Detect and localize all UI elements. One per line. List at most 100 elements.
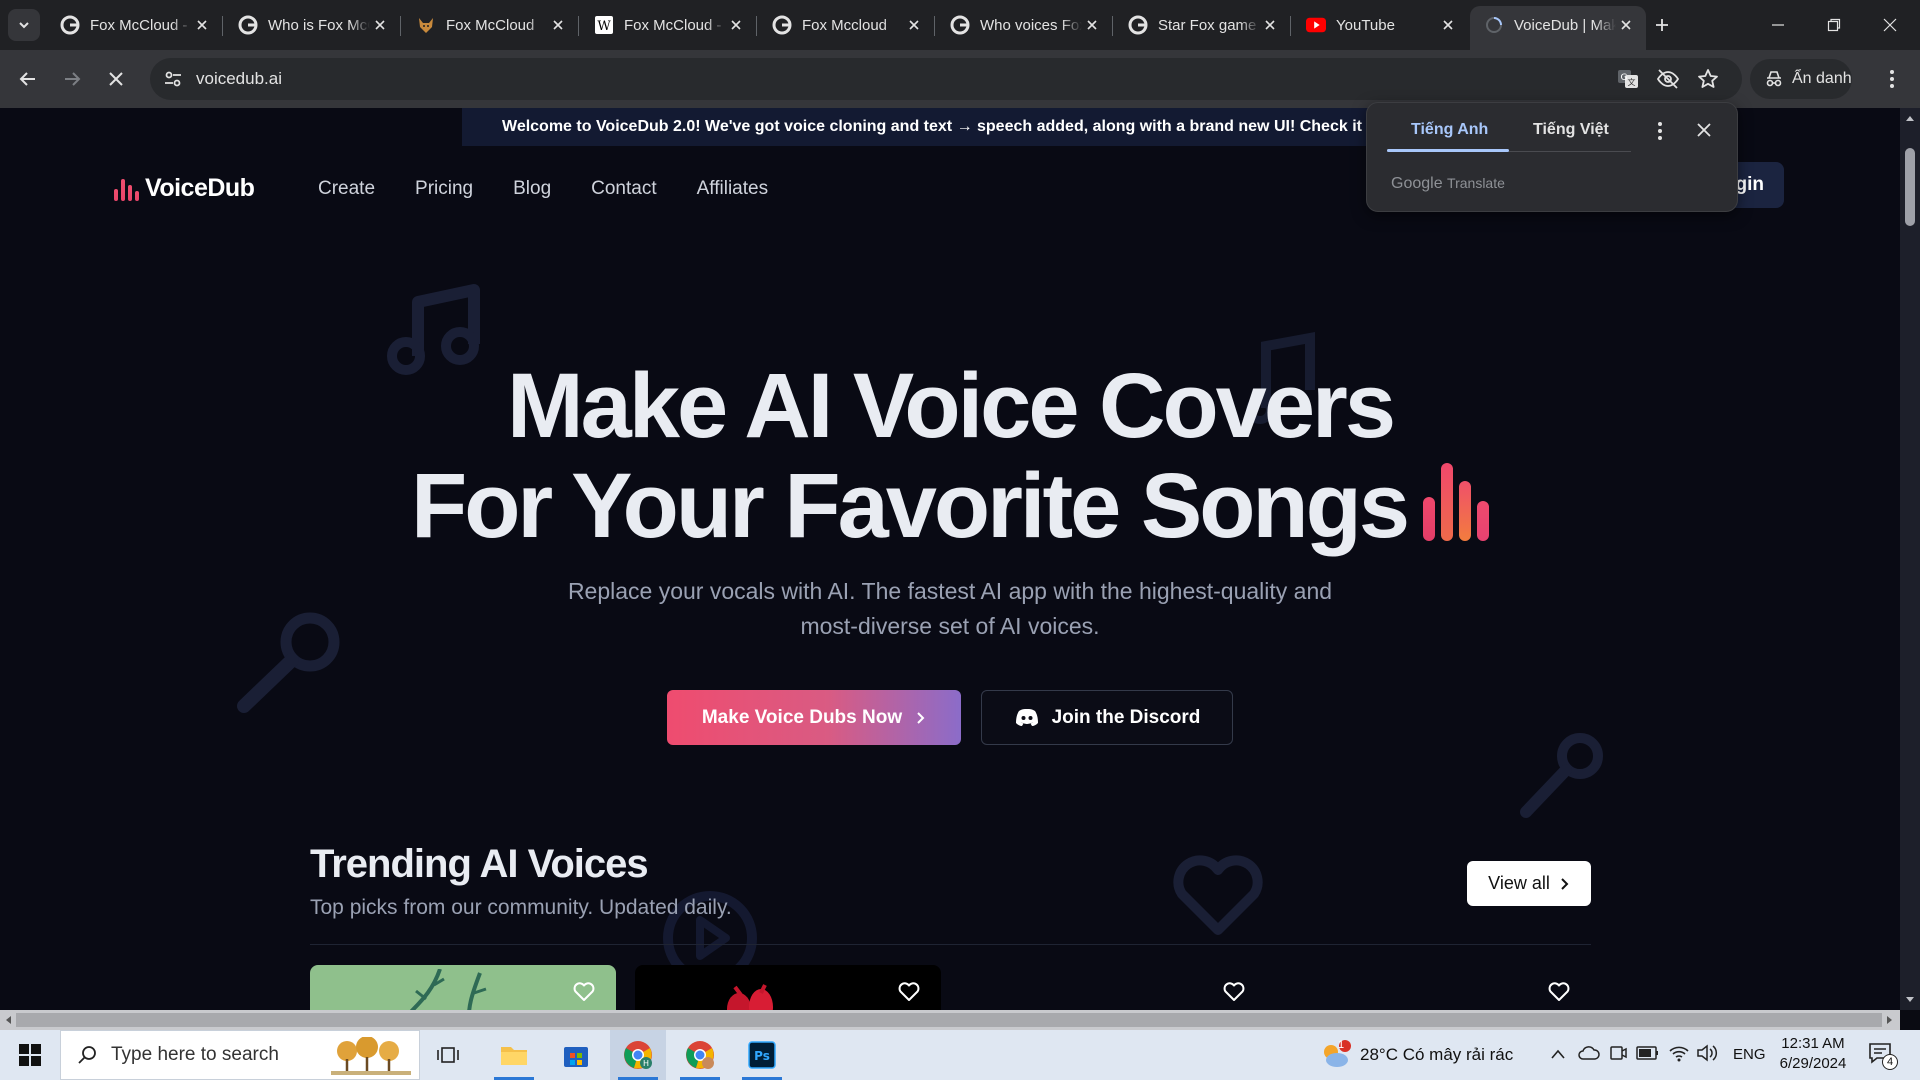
close-icon[interactable] xyxy=(904,15,924,35)
taskbar-search-box[interactable]: Type here to search xyxy=(60,1030,420,1080)
translate-target-tab[interactable]: Tiếng Việt xyxy=(1533,121,1609,139)
tab-9-active[interactable]: VoiceDub | Make AI xyxy=(1470,6,1646,50)
tab-7[interactable]: Star Fox game xyxy=(1114,6,1291,44)
tab-3[interactable]: Fox McCloud xyxy=(402,6,579,44)
speaker-icon[interactable] xyxy=(1696,1043,1718,1063)
forward-button[interactable] xyxy=(54,61,90,97)
microphone-icon xyxy=(1520,733,1603,818)
card-thumbnail-plant xyxy=(409,969,487,1010)
heart-icon[interactable] xyxy=(1547,979,1571,1003)
heart-icon[interactable] xyxy=(572,979,596,1003)
announcement-text: Welcome to VoiceDub 2.0! We've got voice… xyxy=(502,118,1430,135)
tab-1[interactable]: Fox McCloud - Google Search xyxy=(46,6,223,44)
nav-blog[interactable]: Blog xyxy=(513,178,551,200)
announcement-banner[interactable]: Welcome to VoiceDub 2.0! We've got voice… xyxy=(462,108,1458,146)
tab-search-button[interactable] xyxy=(8,9,40,41)
restore-button[interactable] xyxy=(1806,0,1862,50)
scroll-up-icon[interactable] xyxy=(1905,114,1915,122)
task-view-button[interactable] xyxy=(420,1030,476,1080)
scroll-right-icon[interactable] xyxy=(1886,1015,1894,1025)
vertical-scrollbar[interactable] xyxy=(1900,108,1920,1010)
incognito-indicator[interactable]: Ẩn danh xyxy=(1750,59,1852,99)
voice-card-4[interactable] xyxy=(1285,965,1591,1010)
nav-contact[interactable]: Contact xyxy=(591,178,656,200)
voice-card-3[interactable] xyxy=(960,965,1266,1010)
taskbar-chrome-h[interactable]: H xyxy=(610,1030,666,1080)
close-icon[interactable] xyxy=(1697,123,1711,137)
heart-icon[interactable] xyxy=(897,979,921,1003)
nav-affiliates[interactable]: Affiliates xyxy=(697,178,768,200)
clock[interactable]: 12:31 AM 6/29/2024 xyxy=(1776,1034,1850,1074)
close-icon[interactable] xyxy=(1082,15,1102,35)
translate-icon[interactable]: G文 xyxy=(1616,67,1640,91)
close-icon[interactable] xyxy=(1438,15,1458,35)
address-bar[interactable]: voicedub.ai G文 xyxy=(150,58,1742,100)
tab-6[interactable]: Who voices Fox xyxy=(936,6,1113,44)
photoshop-icon: Ps xyxy=(748,1041,776,1069)
web-page: Welcome to VoiceDub 2.0! We've got voice… xyxy=(0,108,1900,1010)
close-icon[interactable] xyxy=(192,15,212,35)
tab-4[interactable]: W Fox McCloud - Wikipedia xyxy=(580,6,757,44)
wifi-icon[interactable] xyxy=(1668,1043,1690,1063)
url-text[interactable]: voicedub.ai xyxy=(196,69,282,89)
new-tab-button[interactable] xyxy=(1646,9,1678,41)
horizontal-scrollbar[interactable] xyxy=(0,1010,1900,1030)
close-icon[interactable] xyxy=(548,15,568,35)
svg-text:H: H xyxy=(643,1059,649,1068)
onedrive-cloud-icon[interactable] xyxy=(1578,1044,1600,1062)
close-icon[interactable] xyxy=(1260,15,1280,35)
vertical-scroll-thumb[interactable] xyxy=(1905,148,1915,226)
notification-count: 4 xyxy=(1882,1054,1898,1070)
close-icon[interactable] xyxy=(1616,15,1636,35)
make-voice-dubs-button[interactable]: Make Voice Dubs Now xyxy=(667,690,961,745)
start-button[interactable] xyxy=(0,1030,60,1080)
voice-card-1[interactable] xyxy=(310,965,616,1010)
site-settings-icon[interactable] xyxy=(162,68,184,90)
chrome-icon: H xyxy=(624,1041,652,1069)
nav-create[interactable]: Create xyxy=(318,178,375,200)
tab-8[interactable]: YouTube xyxy=(1292,6,1468,44)
card-thumbnail-figure xyxy=(727,984,773,1010)
close-icon[interactable] xyxy=(370,15,390,35)
taskbar-photoshop[interactable]: Ps xyxy=(734,1030,790,1080)
taskbar-chrome-profile[interactable] xyxy=(672,1030,728,1080)
weather-cloud-icon[interactable] xyxy=(1318,1038,1352,1072)
heart-icon[interactable] xyxy=(1222,979,1246,1003)
taskbar-microsoft-store[interactable] xyxy=(548,1030,604,1080)
svg-text:文: 文 xyxy=(1628,77,1636,87)
nav-pricing[interactable]: Pricing xyxy=(415,178,473,200)
tab-2[interactable]: Who is Fox McCloud xyxy=(224,6,401,44)
scroll-left-icon[interactable] xyxy=(4,1015,12,1025)
tab-5[interactable]: Fox Mccloud xyxy=(758,6,935,44)
more-vertical-icon[interactable] xyxy=(1657,121,1663,141)
browser-menu-button[interactable] xyxy=(1876,63,1908,95)
horizontal-scroll-thumb[interactable] xyxy=(16,1013,1882,1027)
close-icon[interactable] xyxy=(726,15,746,35)
close-window-button[interactable] xyxy=(1862,0,1918,50)
google-icon xyxy=(772,15,792,35)
translate-product: Translate xyxy=(1447,175,1505,191)
stop-loading-button[interactable] xyxy=(98,61,134,97)
close-icon xyxy=(1883,18,1897,32)
join-discord-button[interactable]: Join the Discord xyxy=(981,690,1233,745)
voicedub-logo[interactable]: VoiceDub xyxy=(114,174,255,203)
input-language[interactable]: ENG xyxy=(1733,1046,1766,1063)
translate-source-tab[interactable]: Tiếng Anh xyxy=(1411,121,1488,139)
meet-now-icon[interactable] xyxy=(1608,1043,1628,1063)
back-button[interactable] xyxy=(10,61,46,97)
taskbar-file-explorer[interactable] xyxy=(486,1030,542,1080)
chrome-icon xyxy=(686,1041,714,1069)
star-icon[interactable] xyxy=(1696,67,1720,91)
tab-title: Who is Fox McCloud xyxy=(268,16,370,34)
weather-text[interactable]: 28°C Có mây rải rác xyxy=(1360,1045,1513,1065)
view-all-label: View all xyxy=(1488,873,1550,893)
eye-off-icon[interactable] xyxy=(1656,67,1680,91)
voice-card-2[interactable] xyxy=(635,965,941,1010)
chevron-up-icon[interactable] xyxy=(1550,1047,1566,1061)
view-all-button[interactable]: View all xyxy=(1467,861,1591,906)
scroll-down-icon[interactable] xyxy=(1905,996,1915,1004)
battery-icon[interactable] xyxy=(1636,1045,1660,1061)
minimize-button[interactable] xyxy=(1750,0,1806,50)
hero-title-line-2-text: For Your Favorite Songs xyxy=(411,455,1410,557)
discord-icon xyxy=(1015,708,1038,726)
